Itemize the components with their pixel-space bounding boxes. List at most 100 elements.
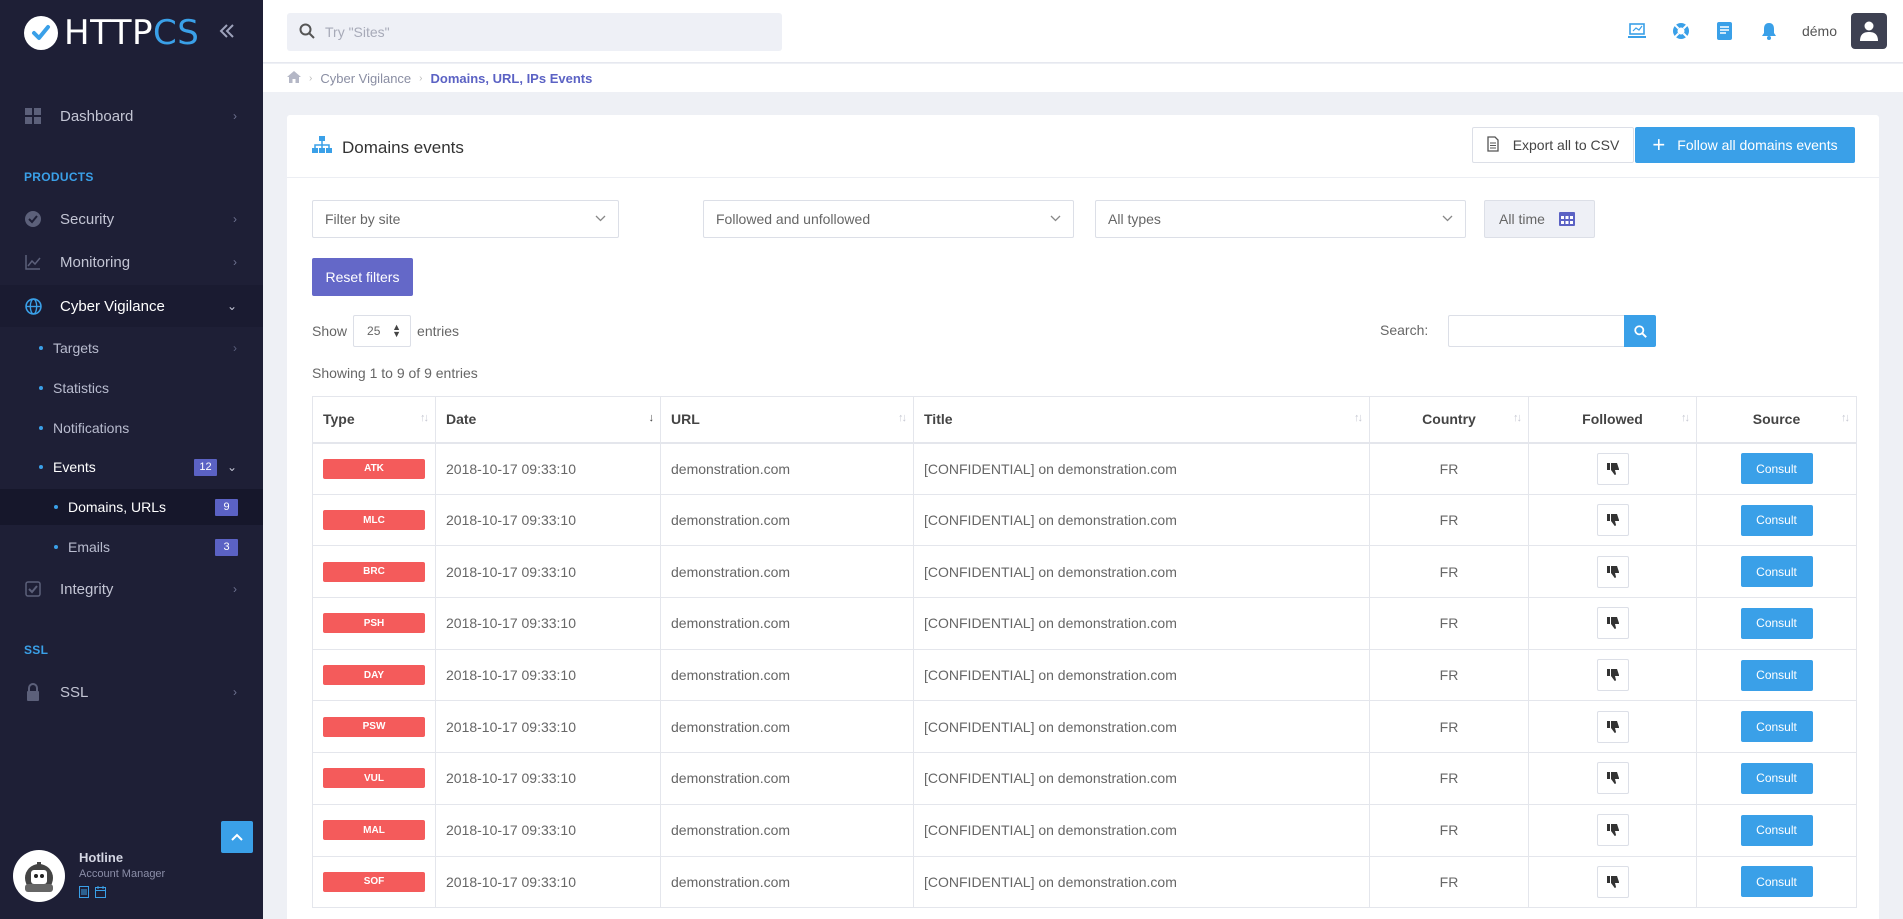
hotline-widget: Hotline Account Manager: [13, 850, 165, 902]
table-row: PSW 2018-10-17 09:33:10 demonstration.com[…: [312, 700, 1857, 754]
unfollow-thumbs-down-button[interactable]: [1596, 762, 1629, 795]
cell-title: [CONFIDENTIAL] on demonstration.com: [913, 442, 1370, 495]
user-menu-button[interactable]: [1851, 13, 1887, 49]
sidebar-item-emails[interactable]: Emails 3: [0, 529, 263, 565]
table-search-button[interactable]: [1624, 315, 1656, 347]
reset-filters-button[interactable]: Reset filters: [312, 258, 413, 296]
unfollow-thumbs-down-button[interactable]: [1596, 452, 1629, 485]
user-name[interactable]: démo: [1802, 23, 1837, 39]
type-badge: ATK: [323, 458, 425, 479]
export-csv-button[interactable]: Export all to CSV: [1472, 127, 1634, 163]
table-row: MAL 2018-10-17 09:33:10 demonstration.com[…: [312, 803, 1857, 857]
sidebar-item-cyber-vigilance[interactable]: Cyber Vigilance ⌄: [0, 285, 263, 327]
follow-all-button[interactable]: + Follow all domains events: [1635, 127, 1855, 163]
consult-button[interactable]: Consult: [1740, 762, 1813, 794]
table-search-label: Search:: [1380, 322, 1429, 338]
column-header-label: URL: [671, 411, 700, 428]
consult-button[interactable]: Consult: [1740, 504, 1813, 536]
sidebar-item-dashboard[interactable]: Dashboard ›: [0, 95, 263, 137]
chart-icon: [24, 253, 42, 271]
cell-url: demonstration.com: [660, 752, 914, 805]
page-size-value: 25: [367, 324, 381, 338]
cell-title: [CONFIDENTIAL] on demonstration.com: [913, 597, 1370, 650]
cell-title: [CONFIDENTIAL] on demonstration.com: [913, 803, 1370, 857]
column-header-type[interactable]: Type ↑↓: [312, 396, 436, 444]
sidebar-item-monitoring[interactable]: Monitoring ›: [0, 241, 263, 283]
calendar-icon[interactable]: [95, 886, 106, 901]
cell-source: Consult: [1696, 442, 1857, 495]
unfollow-thumbs-down-button[interactable]: [1596, 555, 1629, 588]
sidebar-item-notifications[interactable]: Notifications: [0, 410, 263, 446]
filter-site-select[interactable]: Filter by site: [312, 200, 619, 238]
column-header-country[interactable]: Country ↑↓: [1369, 396, 1529, 444]
cell-source: Consult: [1696, 648, 1857, 702]
sidebar-item-integrity[interactable]: Integrity ›: [0, 568, 263, 610]
cell-date: 2018-10-17 09:33:10: [435, 700, 661, 754]
monitor-icon[interactable]: [1626, 20, 1648, 42]
logo-text-part1: HTTP: [64, 13, 154, 53]
global-search-input[interactable]: [325, 24, 765, 40]
cell-type: BRC: [312, 545, 436, 599]
sidebar-item-label: Cyber Vigilance: [60, 297, 165, 315]
home-icon[interactable]: [287, 70, 301, 86]
bullet-icon: [39, 426, 43, 430]
sidebar-item-domains-urls[interactable]: Domains, URLs 9: [0, 489, 263, 525]
column-header-title[interactable]: Title ↑↓: [913, 396, 1370, 444]
cell-date: 2018-10-17 09:33:10: [435, 752, 661, 805]
breadcrumb-item-cyber-vigilance[interactable]: Cyber Vigilance: [320, 71, 411, 86]
collapse-sidebar-icon[interactable]: [217, 20, 237, 48]
unfollow-thumbs-down-button[interactable]: [1596, 814, 1629, 847]
lock-icon: [24, 683, 42, 701]
consult-button[interactable]: Consult: [1740, 866, 1813, 898]
column-header-date[interactable]: Date ↓: [435, 396, 661, 444]
consult-button[interactable]: Consult: [1740, 453, 1813, 485]
events-count-badge: 12: [194, 458, 217, 476]
sidebar-item-label: SSL: [60, 683, 89, 701]
sort-icon: ↑↓: [898, 412, 907, 424]
type-badge: PSH: [323, 613, 425, 634]
sort-arrows-icon: ▲ ▼: [392, 322, 402, 339]
unfollow-thumbs-down-button[interactable]: [1596, 659, 1629, 692]
security-icon: [24, 210, 42, 228]
consult-button[interactable]: Consult: [1740, 556, 1813, 588]
unfollow-thumbs-down-button[interactable]: [1596, 607, 1629, 640]
column-header-followed[interactable]: Followed ↑↓: [1528, 396, 1697, 444]
consult-button[interactable]: Consult: [1740, 607, 1813, 639]
filter-follow-select[interactable]: Followed and unfollowed: [703, 200, 1074, 238]
bell-icon[interactable]: [1758, 20, 1780, 42]
thumbs-down-icon: [1606, 669, 1619, 681]
support-icon[interactable]: [1670, 20, 1692, 42]
consult-button[interactable]: Consult: [1740, 711, 1813, 743]
sidebar-item-targets[interactable]: Targets ›: [0, 330, 263, 366]
cell-date: 2018-10-17 09:33:10: [435, 442, 661, 495]
scroll-up-button[interactable]: [221, 821, 253, 853]
cell-followed: [1528, 752, 1697, 805]
filter-types-select[interactable]: All types: [1095, 200, 1466, 238]
sidebar-item-security[interactable]: Security ›: [0, 198, 263, 240]
consult-button[interactable]: Consult: [1740, 814, 1813, 846]
consult-button[interactable]: Consult: [1740, 659, 1813, 691]
table-search-input[interactable]: [1448, 315, 1624, 347]
unfollow-thumbs-down-button[interactable]: [1596, 865, 1629, 898]
page-size-select[interactable]: 25 ▲ ▼: [353, 315, 412, 347]
column-header-url[interactable]: URL ↑↓: [660, 396, 914, 444]
book-icon[interactable]: [1714, 20, 1736, 42]
global-search[interactable]: [287, 13, 782, 51]
filter-time-button[interactable]: All time: [1484, 200, 1595, 238]
cell-title: [CONFIDENTIAL] on demonstration.com: [913, 700, 1370, 754]
column-header-source[interactable]: Source ↑↓: [1696, 396, 1857, 444]
sidebar-item-statistics[interactable]: Statistics: [0, 370, 263, 406]
cell-type: SOF: [312, 855, 436, 909]
unfollow-thumbs-down-button[interactable]: [1596, 710, 1629, 743]
document-icon[interactable]: [79, 886, 89, 901]
thumbs-down-icon: [1606, 720, 1619, 733]
logo[interactable]: HTTPCS: [24, 13, 199, 53]
thumbs-down-icon: [1606, 824, 1619, 836]
sidebar-item-label: Notifications: [53, 420, 130, 436]
cell-source: Consult: [1696, 752, 1857, 805]
unfollow-thumbs-down-button[interactable]: [1596, 504, 1629, 537]
cell-source: Consult: [1696, 700, 1857, 754]
sidebar-item-events[interactable]: Events 12 ⌄: [0, 449, 263, 485]
sidebar-item-ssl[interactable]: SSL ›: [0, 671, 263, 713]
section-ssl: SSL: [24, 643, 49, 657]
